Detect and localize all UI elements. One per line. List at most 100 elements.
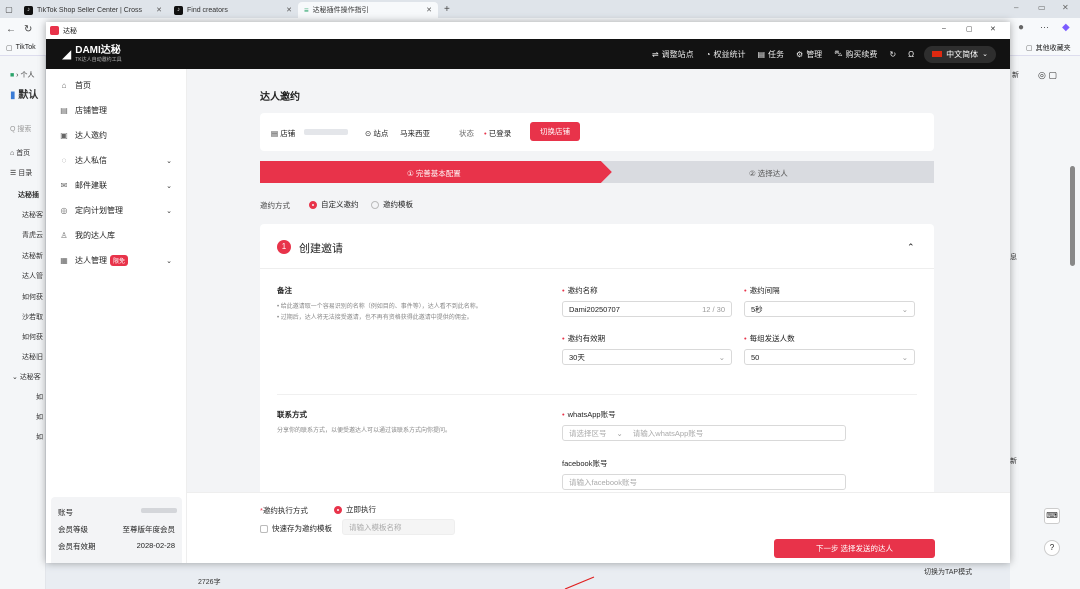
level-value: 至尊版年度会员: [122, 525, 176, 534]
sidebar-item-target[interactable]: ◎ 定向计划管理 ⌄: [46, 198, 186, 223]
free-badge: 限免: [110, 255, 129, 266]
sidebar-item-message[interactable]: ◌ 达人私信 ⌄: [46, 148, 186, 173]
step-1: ① 完善基本配置: [407, 169, 461, 178]
whatsapp-input[interactable]: 请选择区号 ⌄ 请输入whatsApp账号: [562, 425, 846, 441]
radio-selected[interactable]: [309, 201, 317, 210]
chevron-down-icon: ⌄: [166, 157, 172, 165]
headset-icon[interactable]: Ω: [908, 50, 914, 59]
shop-name-masked: [304, 129, 348, 135]
exec-mode-immediate[interactable]: 立即执行: [334, 504, 376, 515]
minimize-icon[interactable]: –: [942, 25, 946, 32]
site-label: ⊙ 站点: [365, 129, 389, 138]
exec-mode-label: *邀约执行方式: [260, 506, 308, 515]
chevron-down-icon: ⌄: [901, 304, 908, 314]
nav-purchase[interactable]: ⛍ 购买续费: [834, 49, 877, 60]
brand-logo-icon: ◢: [62, 47, 72, 61]
mail-icon: ✉: [60, 181, 68, 190]
remark-title: 备注: [277, 286, 292, 295]
radio-unselected[interactable]: [371, 201, 379, 210]
chevron-down-icon: ⌄: [982, 51, 988, 58]
contact-title: 联系方式: [277, 410, 307, 419]
interval-label: 邀约间隔: [744, 285, 780, 296]
flag-icon: [932, 51, 943, 57]
gear-icon: ⚙: [796, 49, 804, 59]
location-icon: ⊙: [365, 129, 372, 138]
home-icon: ⌂: [61, 81, 67, 90]
divider: [260, 268, 934, 269]
interval-select[interactable]: 5秒 ⌄: [744, 301, 915, 317]
sidebar-item-store[interactable]: ▤ 店铺管理: [46, 98, 186, 123]
sidebar-item-home[interactable]: ⌂ 首页: [46, 73, 186, 98]
chevron-down-icon: ⌄: [718, 352, 725, 362]
sidebar-item-invite[interactable]: ▣ 达人邀约: [46, 123, 186, 148]
section-number: 1: [277, 240, 291, 254]
page-title: 达人邀约: [260, 92, 300, 103]
per-group-label: 每组发送人数: [744, 333, 795, 344]
facebook-input[interactable]: 请输入facebook账号: [562, 474, 846, 490]
status-label: 状态: [459, 129, 474, 138]
level-label: 会员等级: [58, 525, 88, 534]
status-value: • 已登录: [484, 129, 512, 138]
save-template-checkbox[interactable]: 快速存为邀约模板: [260, 523, 332, 534]
cart-icon: ⛍: [834, 49, 843, 58]
remark-hint: • 给此邀请取一个容易识别的名称（例如目的、事件等），达人看不到此名称。: [277, 304, 482, 310]
nav-switch-site[interactable]: ⇌ 调整站点: [652, 49, 694, 60]
sidebar-item-library[interactable]: ♙ 我的达人库: [46, 223, 186, 248]
brand-name: DAMI达秘: [75, 44, 121, 56]
next-step-button[interactable]: 下一步 选择发送的达人: [774, 539, 935, 558]
sidebar-item-mail[interactable]: ✉ 邮件建联 ⌄: [46, 173, 186, 198]
per-group-select[interactable]: 50 ⌄: [744, 349, 915, 365]
invite-name-input[interactable]: Dami20250707 12 / 30: [562, 301, 732, 317]
sidebar-item-manage[interactable]: ▦ 达人管理 限免 ⌄: [46, 248, 186, 273]
account-card: 账号 会员等级 至尊版年度会员 会员有效期 2028-02-28 展开 ▾: [51, 497, 182, 563]
shop-label: ▤ 店铺: [271, 129, 296, 138]
switch-shop-button[interactable]: 切换店铺: [530, 122, 580, 141]
refresh-icon[interactable]: ↻: [889, 50, 896, 59]
brand-logo: ◢ DAMI达秘 TK达人自动邀约工具: [62, 44, 122, 63]
site-value: 马来西亚: [400, 129, 430, 138]
invite-mode-custom[interactable]: 自定义邀约: [309, 199, 359, 210]
steps-bar: [260, 161, 934, 183]
expire-value: 2028-02-28: [136, 541, 175, 550]
top-nav: ◢ DAMI达秘 TK达人自动邀约工具 ⇌ 调整站点 ◔ 权益统计 ▤ 任务 ⚙ 管理 …: [46, 39, 1010, 69]
validity-select[interactable]: 30天 ⌄: [562, 349, 732, 365]
language-select[interactable]: 中文简体 ⌄: [924, 45, 996, 63]
store-icon: ▤: [60, 106, 68, 115]
invite-mode-label: 邀约方式: [260, 201, 290, 210]
swap-icon: ⇌: [651, 49, 659, 59]
template-name-input[interactable]: 请输入模板名称: [342, 519, 455, 535]
main-content: 达人邀约 ▤ 店铺 ⊙ 站点 马来西亚 状态 • 已登录 切换店铺 ① 完善基本…: [187, 69, 1010, 563]
window-titlebar: 达秘 – ▢ ✕: [46, 22, 1010, 39]
facebook-label: facebook账号: [562, 459, 608, 468]
remark-hint: • 过期后，达人将无法接受邀请，也不再有资格获得此邀请中提供的佣金。: [277, 315, 473, 321]
invite-icon: ▣: [60, 131, 68, 140]
window-title: 达秘: [63, 27, 77, 35]
chevron-down-icon: ⌄: [166, 257, 172, 265]
nav-manage[interactable]: ⚙ 管理: [796, 49, 822, 60]
validity-label: 邀约有效期: [562, 333, 606, 344]
area-code-select[interactable]: 请选择区号: [569, 428, 607, 439]
expire-label: 会员有效期: [58, 542, 96, 551]
invite-mode-template[interactable]: 邀约模板: [371, 199, 413, 210]
grid-icon: ▦: [60, 256, 68, 265]
radio-selected[interactable]: [334, 506, 342, 515]
char-count: 12 / 30: [702, 304, 725, 314]
chevron-up-icon[interactable]: ⌃: [907, 242, 915, 253]
maximize-icon[interactable]: ▢: [966, 25, 973, 33]
sidebar: ⌂ 首页 ▤ 店铺管理 ▣ 达人邀约 ◌ 达人私信 ⌄ ✉ 邮件建联 ⌄ ◎ 定向计划管理 ⌄ ♙…: [46, 69, 187, 563]
nav-benefits[interactable]: ◔ 权益统计: [706, 49, 746, 60]
target-icon: ◎: [60, 206, 68, 215]
close-icon[interactable]: ✕: [990, 25, 996, 33]
nav-tasks[interactable]: ▤ 任务: [757, 49, 784, 60]
chevron-down-icon: ⌄: [616, 428, 623, 438]
chevron-down-icon: ⌄: [166, 207, 172, 215]
section-title: 创建邀请: [299, 243, 343, 255]
bottom-action-bar: *邀约执行方式 立即执行 快速存为邀约模板 请输入模板名称 下一步 选择发送的达…: [187, 492, 1010, 563]
store-icon: ▤: [271, 129, 279, 138]
checkbox-icon[interactable]: [260, 525, 268, 534]
step-2[interactable]: ② 选择达人: [749, 168, 788, 179]
chevron-down-icon: ⌄: [166, 182, 172, 190]
shop-info-card: ▤ 店铺 ⊙ 站点 马来西亚 状态 • 已登录 切换店铺: [260, 113, 934, 151]
app-logo-icon: [50, 26, 59, 35]
message-icon: ◌: [61, 156, 67, 165]
